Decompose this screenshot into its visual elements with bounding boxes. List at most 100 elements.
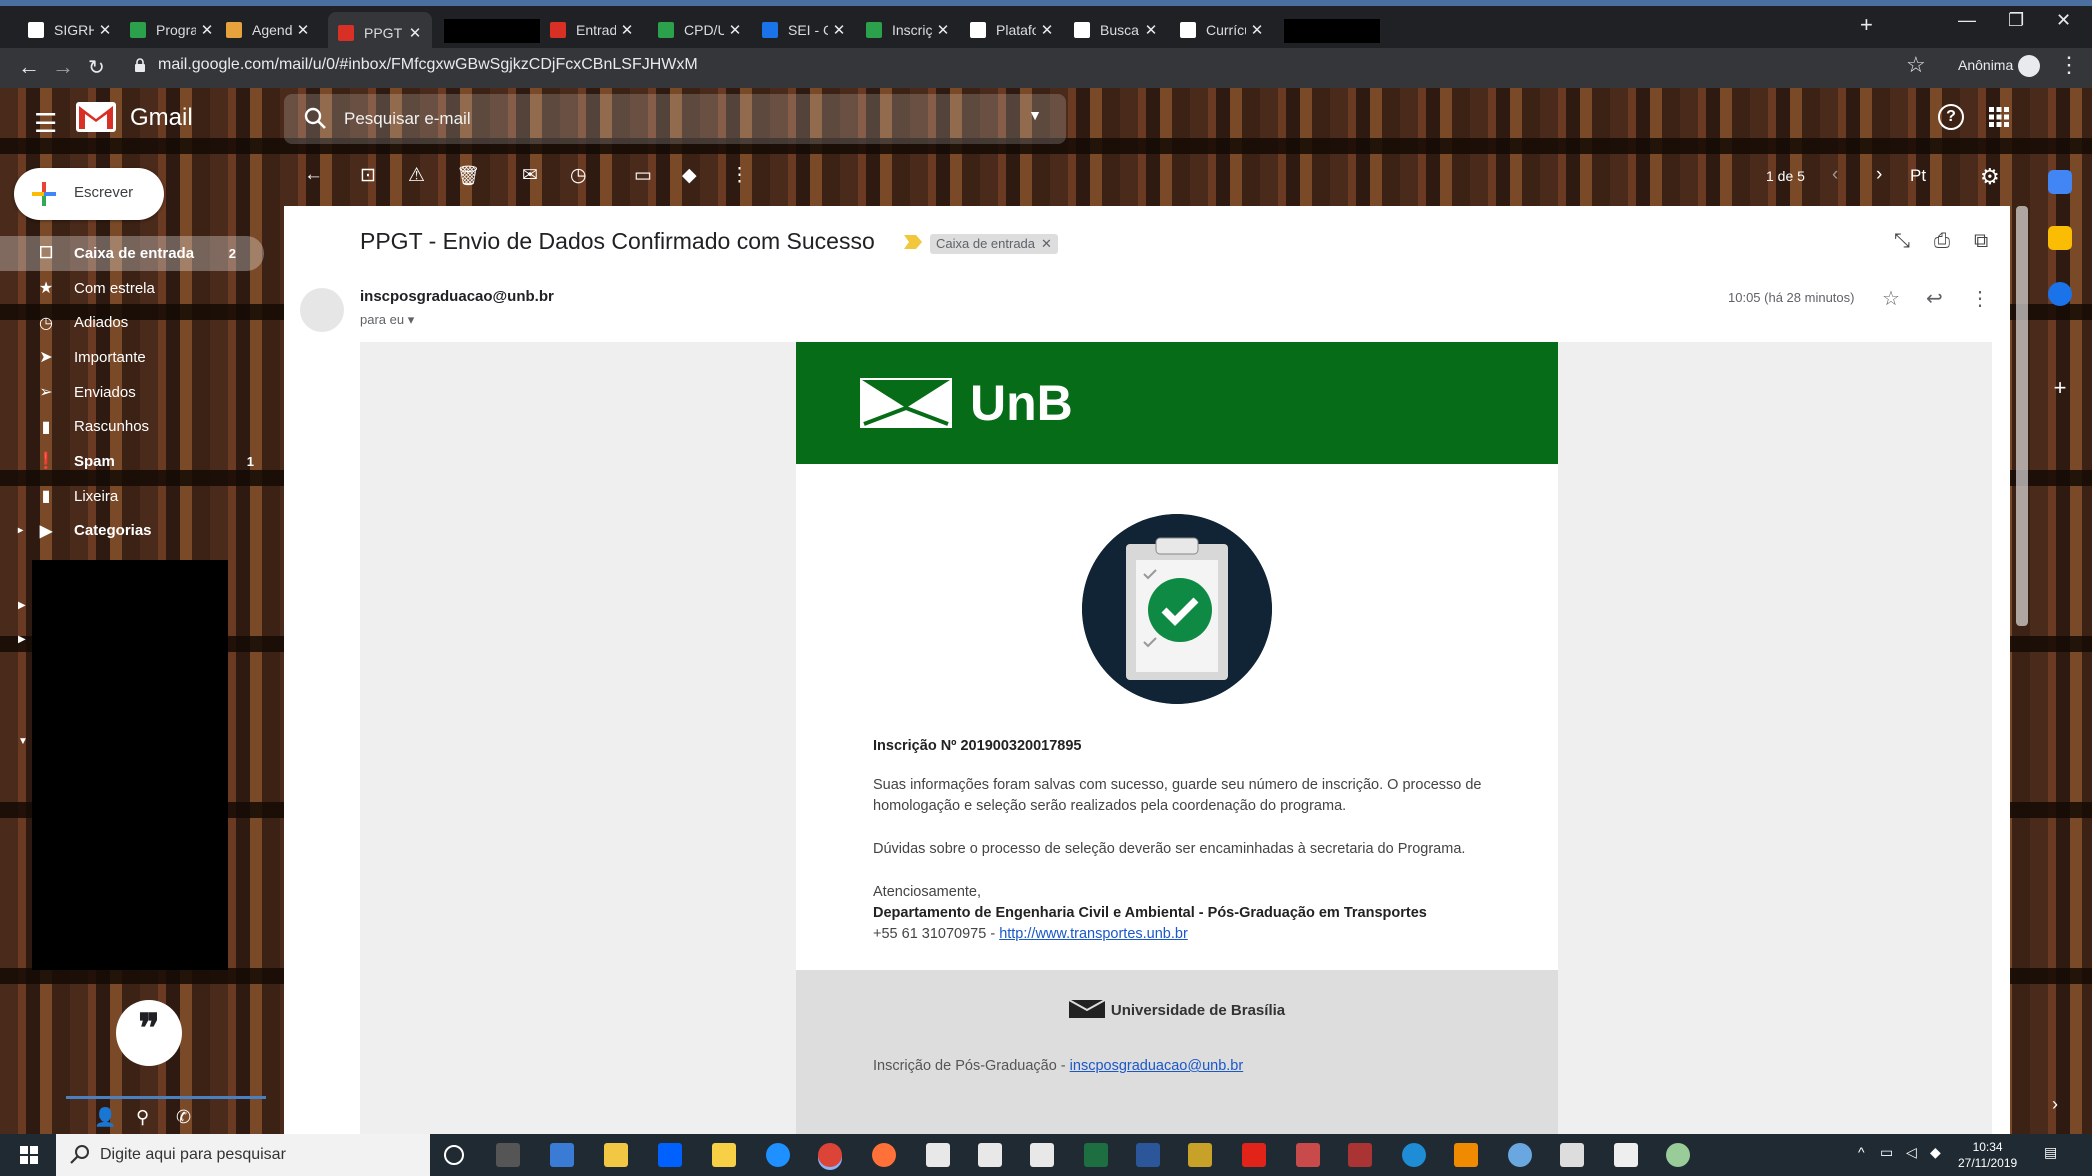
help-icon[interactable]: ?	[1938, 104, 1964, 130]
tasks-icon[interactable]	[2048, 282, 2072, 306]
restore-button[interactable]: ❐	[2008, 10, 2024, 31]
sidebar-item-adiados[interactable]: ◷ Adiados	[0, 305, 282, 340]
sidebar-item-rascunhos[interactable]: ▮ Rascunhos	[0, 409, 282, 444]
folder-icon[interactable]	[926, 1143, 950, 1167]
browser-tab[interactable]: ✕	[1276, 12, 1380, 48]
sender-address[interactable]: inscposgraduacao@unb.br	[360, 288, 554, 305]
task-view-icon[interactable]	[496, 1143, 520, 1167]
teamviewer-icon[interactable]	[1402, 1143, 1426, 1167]
close-tab-icon[interactable]: ✕	[1250, 21, 1264, 39]
cortana-icon[interactable]	[444, 1145, 464, 1165]
store-icon[interactable]	[550, 1143, 574, 1167]
word-icon[interactable]	[1136, 1143, 1160, 1167]
remove-label-icon[interactable]: ✕	[1041, 236, 1052, 251]
browser-tab[interactable]: Busca Textu✕	[1064, 12, 1168, 48]
pdf-icon[interactable]	[1296, 1143, 1320, 1167]
print-icon[interactable]: ⎙	[1934, 230, 1950, 253]
forward-icon[interactable]: →	[52, 54, 74, 80]
folder-icon[interactable]	[1030, 1143, 1054, 1167]
close-tab-icon[interactable]: ✕	[98, 21, 112, 39]
input-tools-button[interactable]: Pt	[1910, 166, 1926, 186]
dropbox-tray-icon[interactable]: ◆	[1930, 1144, 1941, 1161]
sidebar-item-categorias[interactable]: ▸ ▶ Categorias	[0, 514, 282, 549]
archive-icon[interactable]: ⊡	[360, 164, 376, 187]
firefox-icon[interactable]	[872, 1143, 896, 1167]
back-icon[interactable]: ←	[18, 54, 40, 80]
more-icon[interactable]: ⋮	[730, 164, 749, 187]
move-to-icon[interactable]: ▭	[634, 164, 652, 187]
vlc-icon[interactable]	[1454, 1143, 1478, 1167]
minimize-button[interactable]: —	[1958, 10, 1976, 31]
app-icon[interactable]	[1188, 1143, 1212, 1167]
sidebar-item-importante[interactable]: ➤ Importante	[0, 340, 282, 375]
close-tab-icon[interactable]: ✕	[728, 21, 742, 39]
close-tab-icon[interactable]: ✕	[408, 24, 422, 42]
calculator-icon[interactable]	[1614, 1143, 1638, 1167]
browser-tab[interactable]: Programa d✕	[120, 12, 224, 48]
expand-arrow-icon[interactable]: ▶	[18, 634, 26, 645]
close-tab-icon[interactable]: ✕	[620, 21, 634, 39]
chrome-icon[interactable]	[818, 1143, 842, 1167]
search-bar[interactable]: ▼	[284, 94, 1066, 144]
sidebar-item-lixeira[interactable]: ▮ Lixeira	[0, 479, 282, 514]
mark-unread-icon[interactable]: ✉	[522, 164, 538, 187]
sidebar-item-spam[interactable]: ❗ Spam 1	[0, 444, 282, 479]
older-icon[interactable]: ›	[1876, 164, 1882, 186]
edge-icon[interactable]	[766, 1143, 790, 1167]
taskbar-search[interactable]	[56, 1134, 430, 1176]
browser-tab[interactable]: CPD/UnB W✕	[648, 12, 752, 48]
sidebar-item-enviados[interactable]: ➢ Enviados	[0, 375, 282, 410]
location-icon[interactable]: ⚲	[136, 1107, 149, 1128]
sidebar-item-com-estrela[interactable]: ★ Com estrela	[0, 271, 282, 306]
sidebar-item-caixa-de-entrada[interactable]: ☐ Caixa de entrada 2	[0, 236, 264, 271]
browser-menu-icon[interactable]: ⋮	[2058, 52, 2080, 78]
folder-icon[interactable]	[978, 1143, 1002, 1167]
reload-icon[interactable]: ↻	[88, 55, 105, 80]
browser-tab[interactable]: SIGRH - Sist✕	[18, 12, 122, 48]
volume-icon[interactable]: ◁	[1906, 1144, 1917, 1161]
close-tab-icon[interactable]: ✕	[1040, 21, 1054, 39]
search-icon[interactable]	[302, 105, 328, 131]
contacts-icon[interactable]: 👤	[94, 1107, 116, 1128]
report-spam-icon[interactable]: ⚠	[408, 164, 425, 187]
calendar-icon[interactable]	[2048, 170, 2072, 194]
dropbox-icon[interactable]	[658, 1143, 682, 1167]
expand-categories-icon[interactable]: ▸	[18, 525, 23, 536]
taskbar-search-input[interactable]	[100, 1145, 420, 1165]
app-icon[interactable]	[1508, 1143, 1532, 1167]
important-marker-icon[interactable]	[904, 235, 922, 249]
taskbar-clock[interactable]: 10:34 27/11/2019	[1958, 1139, 2017, 1171]
browser-tab[interactable]: Plataforma I✕	[960, 12, 1064, 48]
acrobat-icon[interactable]	[1242, 1143, 1266, 1167]
star-message-icon[interactable]: ☆	[1882, 286, 1900, 311]
scrollbar[interactable]	[2016, 206, 2028, 626]
close-tab-icon[interactable]: ✕	[296, 21, 310, 39]
newer-icon[interactable]: ‹	[1832, 164, 1838, 186]
close-window-button[interactable]: ✕	[2056, 10, 2071, 31]
app-icon[interactable]	[1348, 1143, 1372, 1167]
recipient-details[interactable]: para eu ▾	[360, 312, 414, 328]
browser-tab[interactable]: Entrada (1) -✕	[540, 12, 644, 48]
tray-expand-icon[interactable]: ^	[1858, 1144, 1865, 1160]
close-tab-icon[interactable]: ✕	[200, 21, 214, 39]
url-field[interactable]: mail.google.com/mail/u/0/#inbox/FMfcgxwG…	[158, 56, 698, 74]
paint-icon[interactable]	[1666, 1143, 1690, 1167]
back-to-inbox-icon[interactable]: ←	[304, 164, 323, 186]
search-input[interactable]	[344, 107, 984, 131]
close-tab-icon[interactable]: ✕	[832, 21, 846, 39]
browser-tab[interactable]: Agendas - F✕	[216, 12, 320, 48]
collapse-arrow-icon[interactable]: ▼	[18, 736, 28, 747]
reply-icon[interactable]: ↩	[1926, 286, 1943, 311]
main-menu-icon[interactable]: ☰	[34, 108, 57, 139]
message-more-icon[interactable]: ⋮	[1970, 286, 1990, 311]
hangouts-button[interactable]: ❞	[116, 1000, 182, 1066]
close-tab-icon[interactable]: ✕	[936, 21, 950, 39]
browser-tab[interactable]: SEI - Contro✕	[752, 12, 856, 48]
excel-icon[interactable]	[1084, 1143, 1108, 1167]
new-tab-button[interactable]: +	[1860, 12, 1873, 38]
apps-grid-icon[interactable]	[1988, 106, 2010, 128]
notifications-icon[interactable]: ▤	[2044, 1144, 2057, 1161]
labels-icon[interactable]: ◆	[682, 164, 697, 187]
profile-label[interactable]: Anônima	[1958, 57, 2013, 73]
website-link[interactable]: http://www.transportes.unb.br	[999, 926, 1188, 942]
